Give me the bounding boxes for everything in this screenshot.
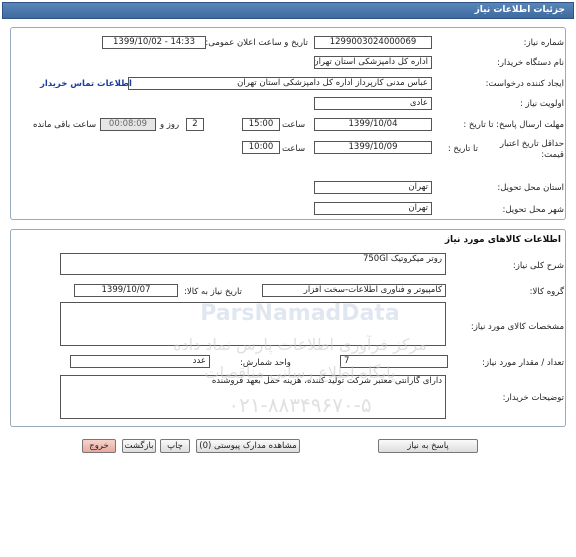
validity-time-label: ساعت xyxy=(282,144,306,154)
requester-field[interactable]: عباس مدنی کارپرداز اداره کل دامپزشکی است… xyxy=(128,77,432,90)
group-label: گروه کالا: xyxy=(529,287,564,297)
province-label: استان محل تحویل: xyxy=(497,183,564,193)
requester-label: ایجاد کننده درخواست: xyxy=(485,79,564,89)
announce-field[interactable]: 1399/10/02 - 14:33 xyxy=(102,36,206,49)
priority-label: اولویت نیاز : xyxy=(519,99,564,109)
exit-button[interactable]: خروج xyxy=(82,439,116,453)
buyer-org-field[interactable]: اداره کل دامپزشکی استان تهران xyxy=(314,56,432,69)
remaining-time-field: 00:08:09 xyxy=(100,118,156,131)
unit-label: واحد شمارش: xyxy=(240,358,291,368)
buyer-notes-field[interactable]: دارای گارانتی معتبر شرکت تولید کننده، هز… xyxy=(60,375,446,419)
validity-date-field[interactable]: 1399/10/09 xyxy=(314,141,432,154)
validity-to-label: تا تاریخ : xyxy=(447,144,478,154)
need-date-label: تاریخ نیاز به کالا: xyxy=(184,287,242,297)
deadline-date-field[interactable]: 1399/10/04 xyxy=(314,118,432,131)
contact-info-link[interactable]: اطلاعات تماس خریدار xyxy=(40,79,132,89)
unit-field[interactable]: عدد xyxy=(70,355,210,368)
group-field[interactable]: کامپیوتر و فناوری اطلاعات-سخت افزار xyxy=(262,284,446,297)
deadline-time-field[interactable]: 15:00 xyxy=(242,118,280,131)
need-number-label: شماره نیاز: xyxy=(523,38,564,48)
print-button[interactable]: چاپ xyxy=(160,439,190,453)
buyer-notes-label: توضیحات خریدار: xyxy=(502,393,564,403)
province-field[interactable]: تهران xyxy=(314,181,432,194)
city-label: شهر محل تحویل: xyxy=(502,205,564,215)
window-title: جزئیات اطلاعات نیاز xyxy=(474,5,565,15)
validity-time-field[interactable]: 10:00 xyxy=(242,141,280,154)
days-label: روز و xyxy=(160,120,180,130)
back-button[interactable]: بازگشت xyxy=(122,439,156,453)
qty-field[interactable]: 7 xyxy=(340,355,448,368)
reply-button[interactable]: پاسخ به نیاز xyxy=(378,439,478,453)
summary-field[interactable]: روتر میکروتیک 750Gl xyxy=(60,253,446,275)
announce-label: تاریخ و ساعت اعلان عمومی: xyxy=(205,38,308,48)
specs-field[interactable] xyxy=(60,302,446,346)
deadline-label: مهلت ارسال پاسخ: تا تاریخ : xyxy=(463,120,564,130)
deadline-time-label: ساعت xyxy=(282,120,306,130)
attachments-button[interactable]: مشاهده مدارک پیوستی (0) xyxy=(196,439,300,453)
goods-section-title: اطلاعات کالاهای مورد نیاز xyxy=(444,235,561,245)
qty-label: تعداد / مقدار مورد نیاز: xyxy=(482,358,564,368)
buyer-org-label: نام دستگاه خریدار: xyxy=(497,58,564,68)
min-validity-label-2: قیمت: xyxy=(541,150,564,160)
need-number-field[interactable]: 1299003024000069 xyxy=(314,36,432,49)
remaining-label: ساعت باقی مانده xyxy=(33,120,97,130)
summary-label: شرح کلی نیاز: xyxy=(512,261,564,271)
days-field: 2 xyxy=(186,118,204,131)
specs-label: مشخصات کالای مورد نیاز: xyxy=(470,322,564,332)
min-validity-label-1: حداقل تاریخ اعتبار xyxy=(499,139,564,149)
need-date-field[interactable]: 1399/10/07 xyxy=(74,284,178,297)
window-title-bar: جزئیات اطلاعات نیاز xyxy=(2,2,574,19)
city-field[interactable]: تهران xyxy=(314,202,432,215)
priority-field[interactable]: عادی xyxy=(314,97,432,110)
